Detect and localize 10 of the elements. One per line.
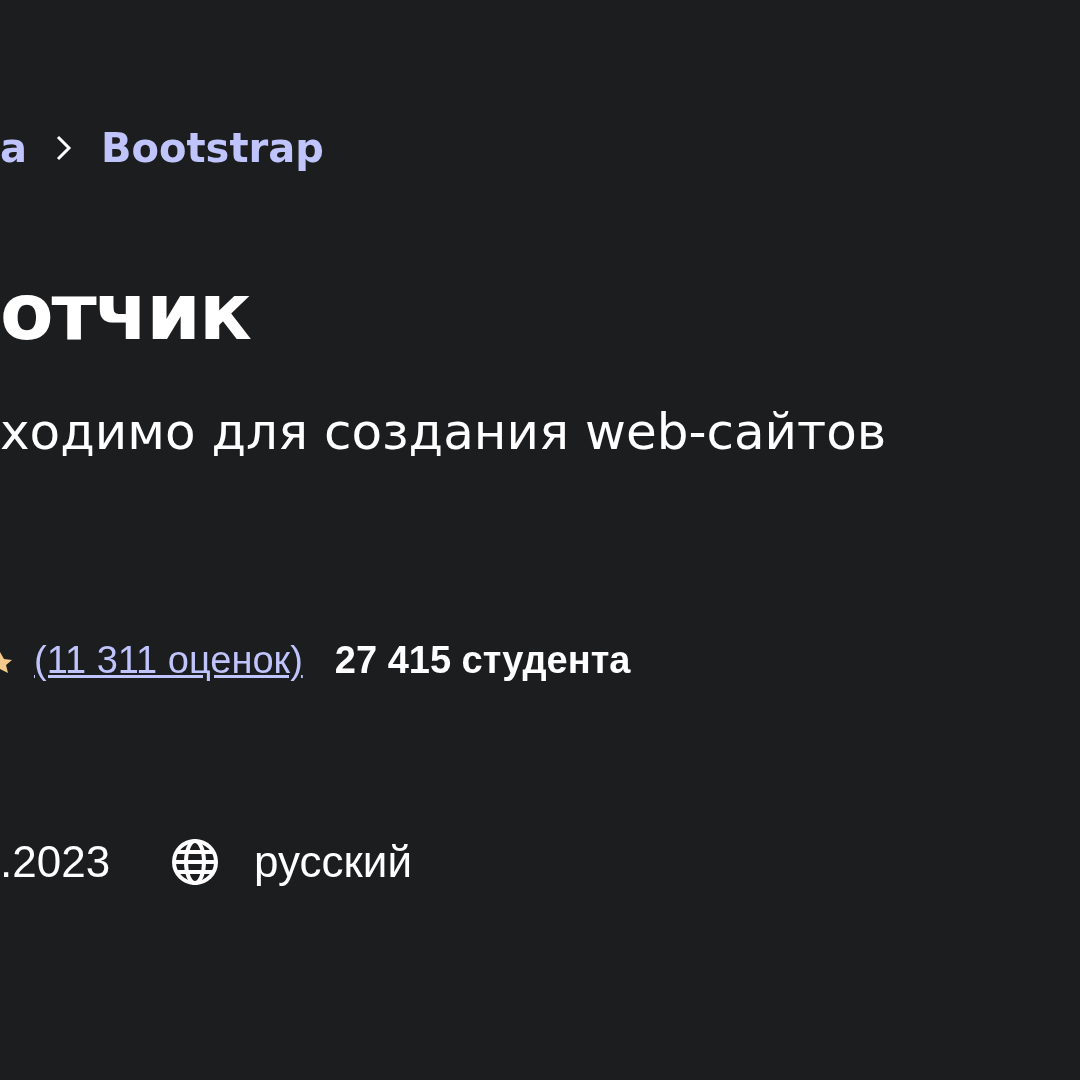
globe-icon <box>170 837 221 887</box>
course-title: отчик <box>0 273 252 351</box>
breadcrumb-link[interactable]: а <box>0 125 27 171</box>
breadcrumb-link[interactable]: Bootstrap <box>101 125 324 171</box>
course-subtitle: ходимо для создания web-сайтов <box>0 403 888 461</box>
students-count: 27 415 студента <box>334 639 631 682</box>
chevron-icon <box>55 134 73 162</box>
language-label: русский <box>254 837 412 887</box>
updated-date: .2023 <box>0 837 111 887</box>
ratings-link[interactable]: (11 311 оценок) <box>34 639 303 682</box>
